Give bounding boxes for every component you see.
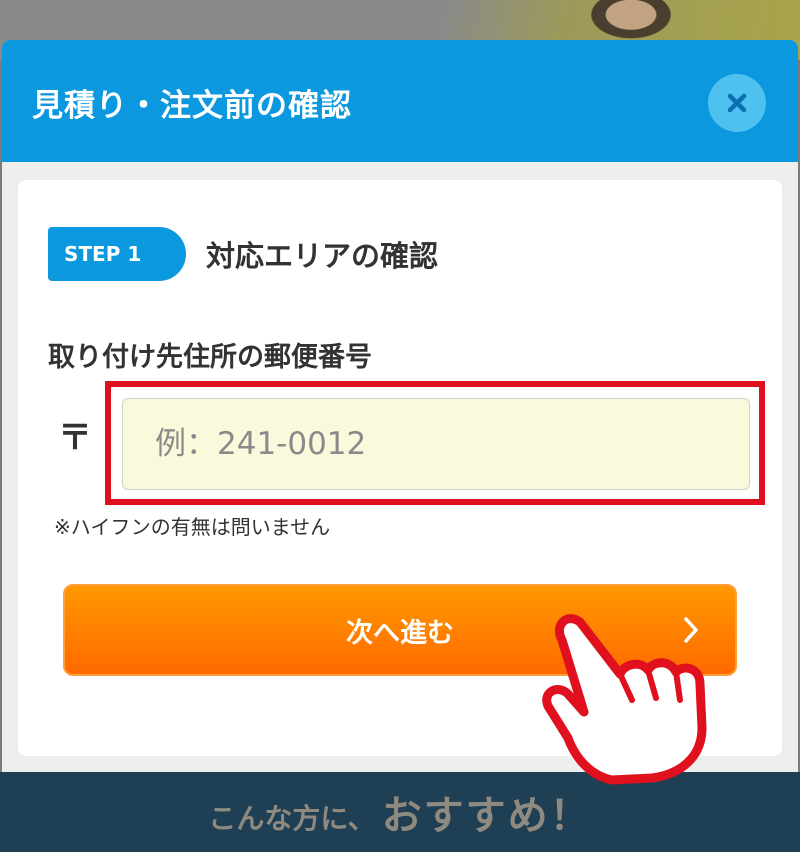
next-button-label: 次へ進む xyxy=(346,617,454,649)
next-button[interactable]: 次へ進む xyxy=(63,584,737,676)
chevron-right-icon xyxy=(684,617,698,643)
close-icon xyxy=(727,93,747,113)
step-badge: STEP 1 xyxy=(48,227,186,281)
step-title: 対応エリアの確認 xyxy=(206,239,439,273)
postal-mark-icon: 〒 xyxy=(58,418,92,458)
postal-code-label: 取り付け先住所の郵便番号 xyxy=(48,342,372,373)
confirmation-modal: 見積り・注文前の確認 STEP 1 対応エリアの確認 取り付け先住所の郵便番号 … xyxy=(2,40,798,772)
close-button[interactable] xyxy=(708,74,766,132)
banner-small-text: こんな方に、 xyxy=(208,802,376,835)
step-card: STEP 1 対応エリアの確認 取り付け先住所の郵便番号 〒 ※ハイフンの有無は… xyxy=(18,180,782,756)
modal-title: 見積り・注文前の確認 xyxy=(32,88,352,124)
banner-big-text: おすすめ！ xyxy=(381,793,592,839)
hyphen-note: ※ハイフンの有無は問いません xyxy=(54,515,331,539)
postal-code-input[interactable] xyxy=(122,398,750,490)
background-recommend-banner: こんな方に、 おすすめ！ xyxy=(0,772,800,852)
modal-header: 見積り・注文前の確認 xyxy=(2,40,798,162)
